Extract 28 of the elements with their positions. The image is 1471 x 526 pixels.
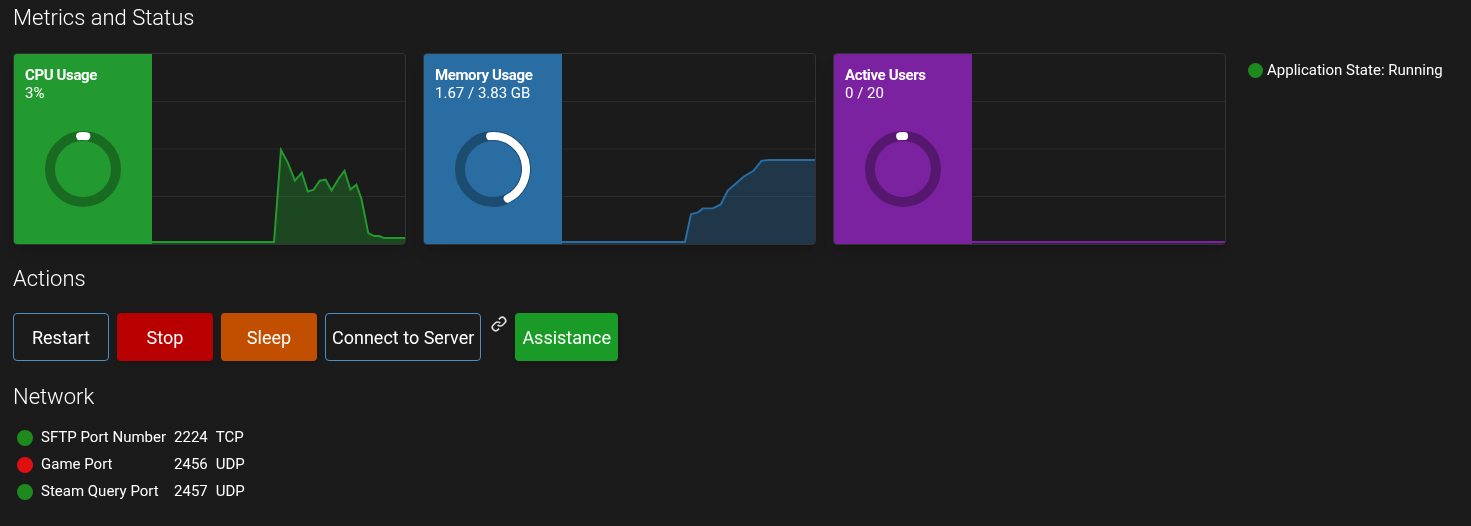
- action-button[interactable]: Restart: [13, 313, 109, 361]
- port-number: 2457: [174, 481, 208, 502]
- port-number: 2224: [174, 427, 208, 448]
- metric-title: Memory Usage: [435, 66, 534, 84]
- status-text: Application State: Running: [1267, 60, 1443, 81]
- section-title: Network: [13, 383, 96, 411]
- metric-value: 3%: [25, 84, 46, 102]
- port-protocol: TCP: [215, 427, 245, 448]
- metric-title: CPU Usage: [25, 66, 98, 84]
- link-icon: [491, 316, 508, 332]
- action-button[interactable]: Sleep: [221, 313, 317, 361]
- port-protocol: UDP: [215, 454, 245, 475]
- section-title: Metrics and Status: [13, 4, 196, 32]
- metric-value: 1.67 / 3.83 GB: [435, 84, 532, 102]
- action-button[interactable]: Stop: [117, 313, 213, 361]
- action-button[interactable]: Assistance: [515, 313, 618, 361]
- port-name: Game Port: [41, 454, 113, 475]
- port-protocol: UDP: [215, 481, 245, 502]
- section-title: Actions: [13, 265, 87, 293]
- gauge-icon: [44, 130, 122, 208]
- port-number: 2456: [174, 454, 208, 475]
- gauge-icon: [454, 130, 532, 208]
- port-name: Steam Query Port: [41, 481, 159, 502]
- port-name: SFTP Port Number: [41, 427, 167, 448]
- gauge-icon: [864, 130, 942, 208]
- metric-title: Active Users: [845, 66, 927, 84]
- action-button[interactable]: Connect to Server: [325, 313, 482, 361]
- metric-value: 0 / 20: [845, 84, 885, 102]
